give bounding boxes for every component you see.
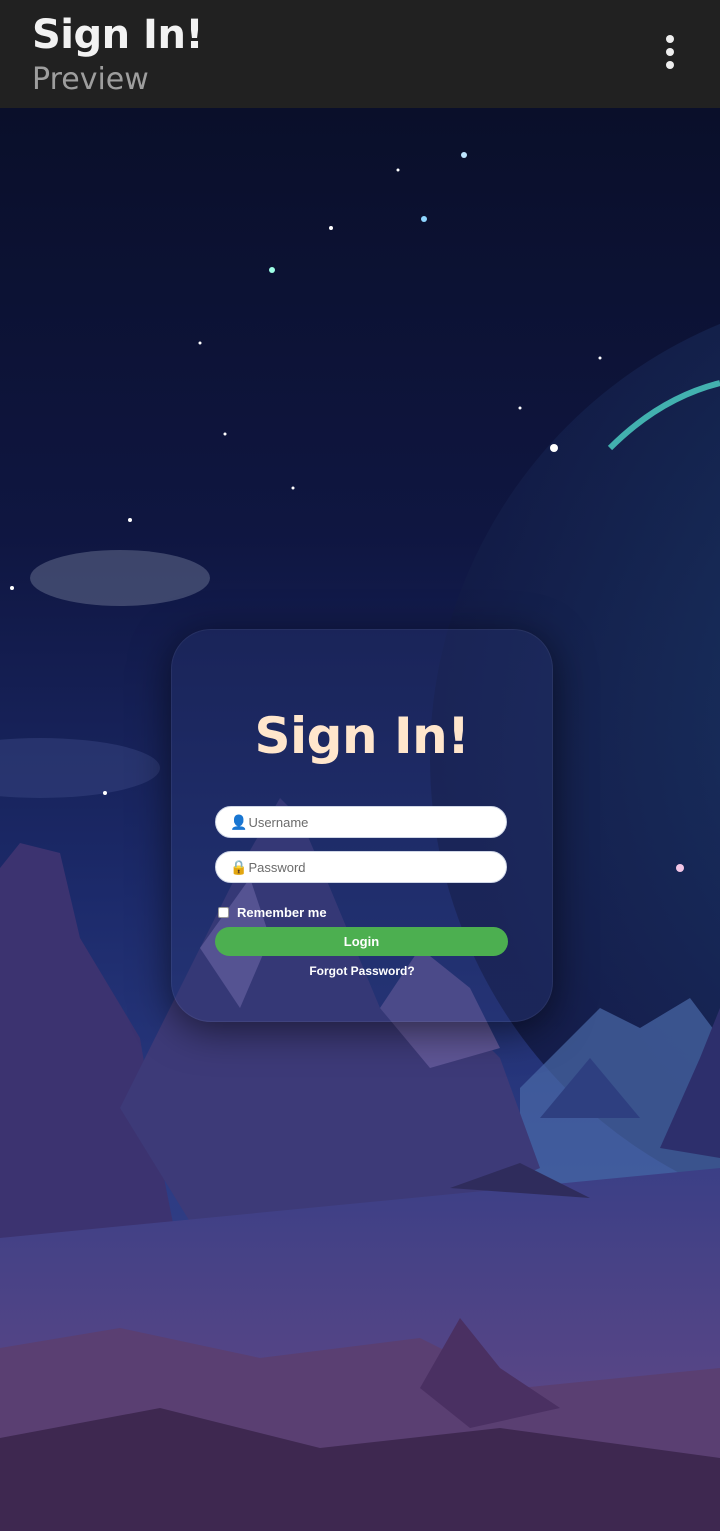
username-input[interactable] bbox=[248, 814, 499, 830]
remember-me[interactable]: Remember me bbox=[218, 905, 327, 920]
app-bar: Sign In! Preview bbox=[0, 0, 720, 108]
more-vert-icon bbox=[666, 35, 674, 69]
login-button[interactable]: Login bbox=[215, 927, 508, 956]
username-field[interactable]: 👤 bbox=[215, 806, 507, 838]
remember-me-label: Remember me bbox=[237, 905, 327, 920]
overflow-menu-button[interactable] bbox=[646, 28, 694, 76]
app-subtitle: Preview bbox=[32, 62, 149, 97]
password-field[interactable]: 🔒 bbox=[215, 851, 507, 883]
forgot-password-link[interactable]: Forgot Password? bbox=[171, 964, 553, 978]
login-card: Sign In! 👤 🔒 Remember me Login Forgot Pa… bbox=[171, 629, 553, 1022]
user-icon: 👤 bbox=[230, 814, 248, 830]
password-input[interactable] bbox=[248, 859, 499, 875]
login-title: Sign In! bbox=[254, 707, 470, 765]
lock-icon: 🔒 bbox=[230, 859, 248, 875]
app-title: Sign In! bbox=[32, 12, 204, 58]
remember-me-checkbox[interactable] bbox=[218, 907, 229, 918]
